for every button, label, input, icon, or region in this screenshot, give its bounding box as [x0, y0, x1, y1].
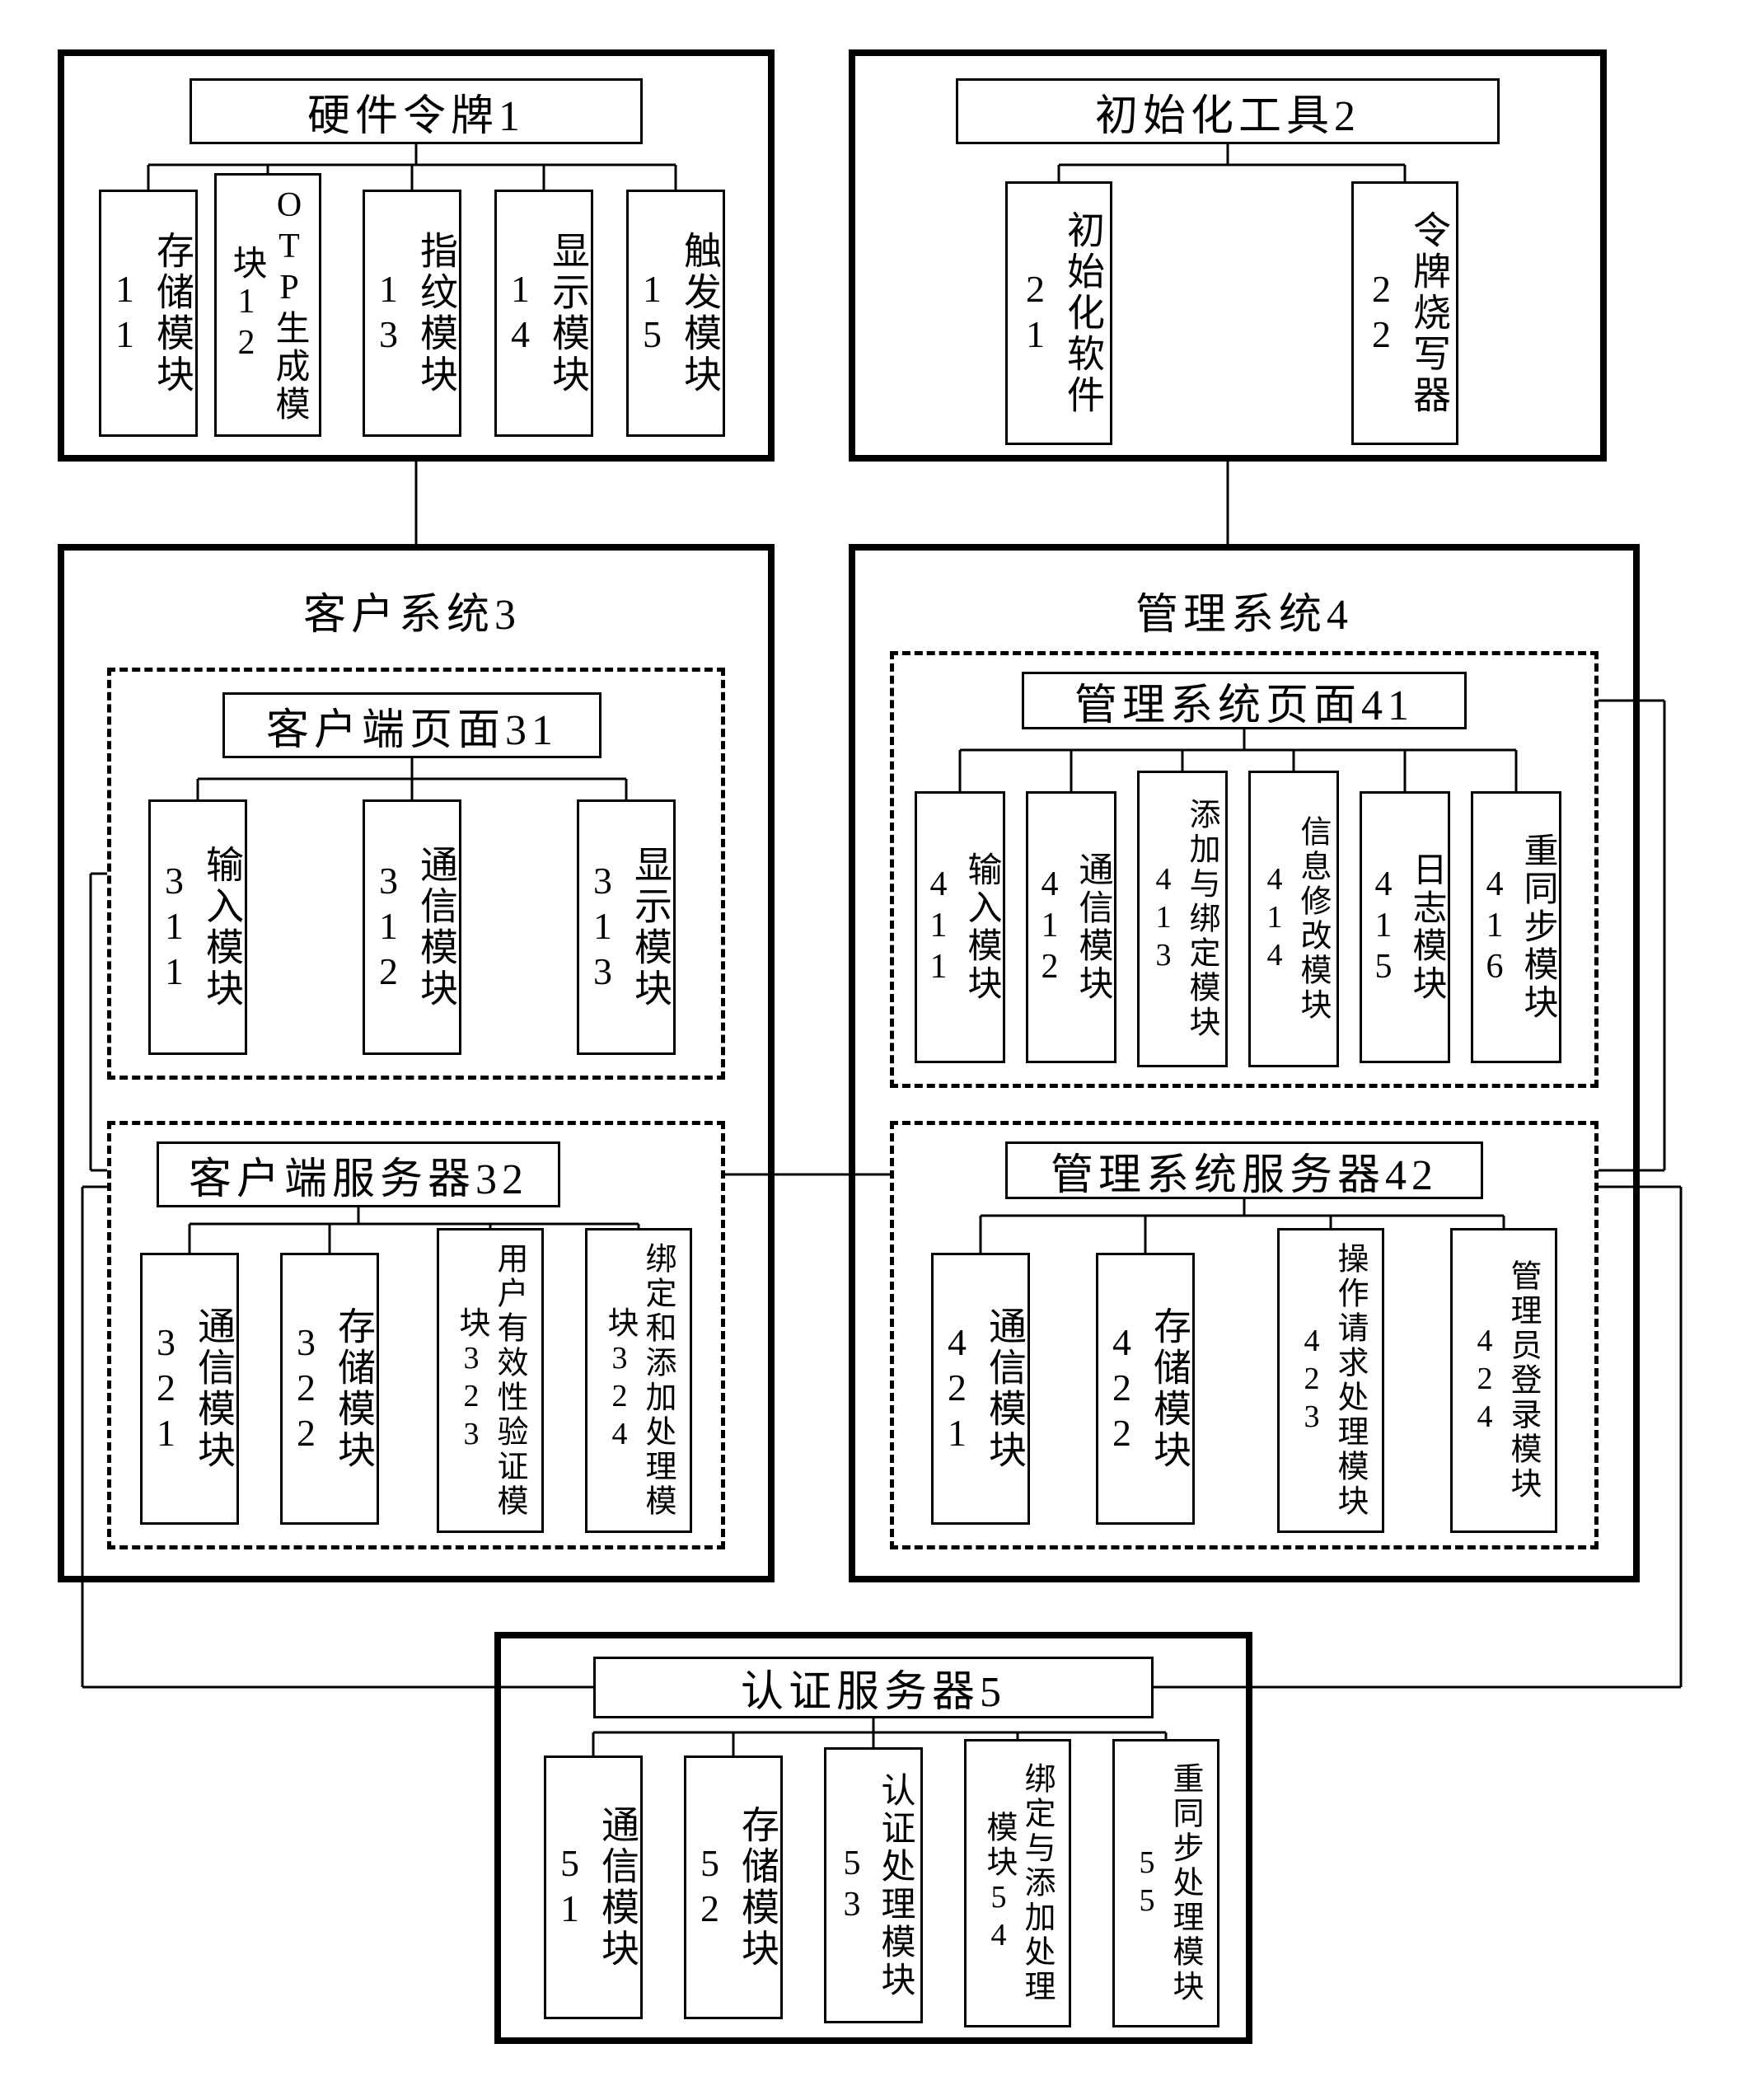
client-server-title: 客户端服务器32	[157, 1141, 560, 1207]
hw-mod-otp: OTP生成模块12	[214, 173, 321, 437]
as-mod-comm: 通信模块51	[544, 1755, 643, 2019]
ms-mod-req: 操作请求处理模块423	[1277, 1228, 1384, 1533]
auth-server-title: 认证服务器5	[593, 1657, 1154, 1718]
mgmt-sys-title: 管理系统4	[1096, 577, 1393, 643]
hw-token-title: 硬件令牌1	[190, 78, 643, 144]
mp-mod-log: 日志模块415	[1360, 791, 1450, 1063]
mp-mod-add-bind: 添加与绑定模块413	[1137, 771, 1228, 1067]
hw-mod-display: 显示模块14	[494, 190, 593, 437]
ms-mod-store: 存储模块422	[1096, 1253, 1195, 1525]
cs-mod-verify: 用户有效性验证模块323	[437, 1228, 544, 1533]
mp-mod-resync: 重同步模块416	[1471, 791, 1561, 1063]
mp-mod-info: 信息修改模块414	[1248, 771, 1339, 1067]
mgmt-server-title: 管理系统服务器42	[1005, 1141, 1483, 1199]
mp-mod-comm: 通信模块412	[1026, 791, 1116, 1063]
mp-mod-input: 输入模块411	[915, 791, 1005, 1063]
init-mod-soft: 初始化软件21	[1005, 181, 1112, 445]
ms-mod-comm: 通信模块421	[931, 1253, 1030, 1525]
cs-mod-bind: 绑定和添加处理模块324	[585, 1228, 692, 1533]
client-page-title: 客户端页面31	[222, 692, 602, 758]
hw-mod-finger: 指纹模块13	[363, 190, 461, 437]
init-tool-title: 初始化工具2	[956, 78, 1500, 144]
hw-mod-storage: 存储模块11	[99, 190, 198, 437]
init-mod-burn: 令牌烧写器22	[1351, 181, 1458, 445]
cp-mod-display: 显示模块313	[577, 799, 676, 1055]
as-mod-auth: 认证处理模块53	[824, 1747, 923, 2023]
as-mod-bind: 绑定与添加处理模块54	[964, 1739, 1071, 2027]
cp-mod-comm: 通信模块312	[363, 799, 461, 1055]
client-sys-title: 客户系统3	[264, 577, 560, 643]
hw-mod-trigger: 触发模块15	[626, 190, 725, 437]
mgmt-page-title: 管理系统页面41	[1022, 672, 1467, 729]
as-mod-store: 存储模块52	[684, 1755, 783, 2019]
cs-mod-comm: 通信模块321	[140, 1253, 239, 1525]
cs-mod-store: 存储模块322	[280, 1253, 379, 1525]
as-mod-resync: 重同步处理模块55	[1112, 1739, 1219, 2027]
ms-mod-admin: 管理员登录模块424	[1450, 1228, 1557, 1533]
cp-mod-input: 输入模块311	[148, 799, 247, 1055]
